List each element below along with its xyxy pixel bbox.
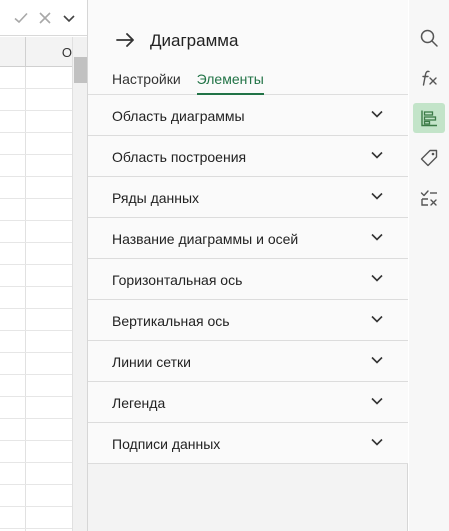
section-chart-area[interactable]: Область диаграммы [88,95,408,136]
check-icon[interactable] [12,9,30,27]
function-icon [422,70,437,86]
chevron-down-icon[interactable] [60,9,78,27]
grid-row-line [0,396,72,397]
section-label: Область построения [112,149,247,165]
tab-settings[interactable]: Настройки [112,71,181,95]
section-plot-area[interactable]: Область построения [88,136,408,177]
tab-elements[interactable]: Элементы [196,71,264,95]
section-label: Подписи данных [112,436,221,452]
grid-row-line [0,308,72,309]
section-legend[interactable]: Легенда [88,382,408,423]
chevron-down-icon [371,274,383,282]
grid-row-line [0,220,72,221]
chevron-down-icon [371,151,383,159]
function-button[interactable] [413,63,445,93]
grid-row-line [0,528,72,529]
chevron-down-icon [371,110,383,118]
grid-row-line [0,264,72,265]
search-button[interactable] [413,23,445,53]
section-chart-axis-titles[interactable]: Название диаграммы и осей [88,218,408,259]
grid-row-line [0,132,72,133]
chevron-down-icon [371,438,383,446]
grid-row-line [0,286,72,287]
grid-row-line [0,506,72,507]
panel-tabs: Настройки Элементы [112,71,264,95]
formula-bar [0,0,87,36]
chevron-down-icon [371,397,383,405]
cell-grid[interactable] [0,67,72,531]
panel-title: Диаграмма [150,31,239,50]
grid-row-line [0,88,72,89]
close-icon[interactable] [36,9,54,27]
chart-format-icon [421,110,437,127]
section-label: Легенда [112,395,166,411]
grid-row-line [0,330,72,331]
chart-panel: Диаграмма Настройки Элементы Область диа… [88,0,408,531]
grid-row-line [0,176,72,177]
section-label: Линии сетки [112,354,191,370]
grid-row-line [0,484,72,485]
chevron-down-icon [371,356,383,364]
tag-button[interactable] [413,143,445,173]
tag-icon [420,149,438,167]
section-gridlines[interactable]: Линии сетки [88,341,408,382]
section-label: Горизонтальная ось [112,272,243,288]
grid-row-line [0,352,72,353]
section-vertical-axis[interactable]: Вертикальная ось [88,300,408,341]
element-sections: Область диаграммы Область построения Ряд… [88,95,408,464]
chevron-down-icon [371,315,383,323]
section-label: Название диаграммы и осей [112,231,299,247]
side-rail [409,0,449,531]
section-data-series[interactable]: Ряды данных [88,177,408,218]
section-label: Ряды данных [112,190,200,206]
grid-row-line [0,154,72,155]
scrollbar-thumb[interactable] [74,57,87,83]
grid-row-line [0,440,72,441]
spreadsheet-area: O [0,0,88,531]
grid-row-line [0,462,72,463]
panel-header: Диаграмма Настройки Элементы [88,0,408,95]
clear-format-icon [420,190,437,206]
arrow-right-icon[interactable] [114,30,138,50]
chevron-down-icon [371,233,383,241]
column-header[interactable]: O [0,37,72,67]
chevron-down-icon [371,192,383,200]
chart-format-button[interactable] [413,103,445,133]
column-divider [25,37,26,67]
grid-row-line [0,374,72,375]
grid-row-line [0,110,72,111]
grid-row-line [0,198,72,199]
grid-row-line [0,418,72,419]
section-horizontal-axis[interactable]: Горизонтальная ось [88,259,408,300]
section-data-labels[interactable]: Подписи данных [88,423,408,464]
section-label: Область диаграммы [112,108,245,124]
clear-format-button[interactable] [413,183,445,213]
column-letter: O [61,45,72,60]
grid-row-line [0,242,72,243]
section-label: Вертикальная ось [112,313,230,329]
search-icon [420,29,438,47]
vertical-scrollbar[interactable] [72,37,87,531]
